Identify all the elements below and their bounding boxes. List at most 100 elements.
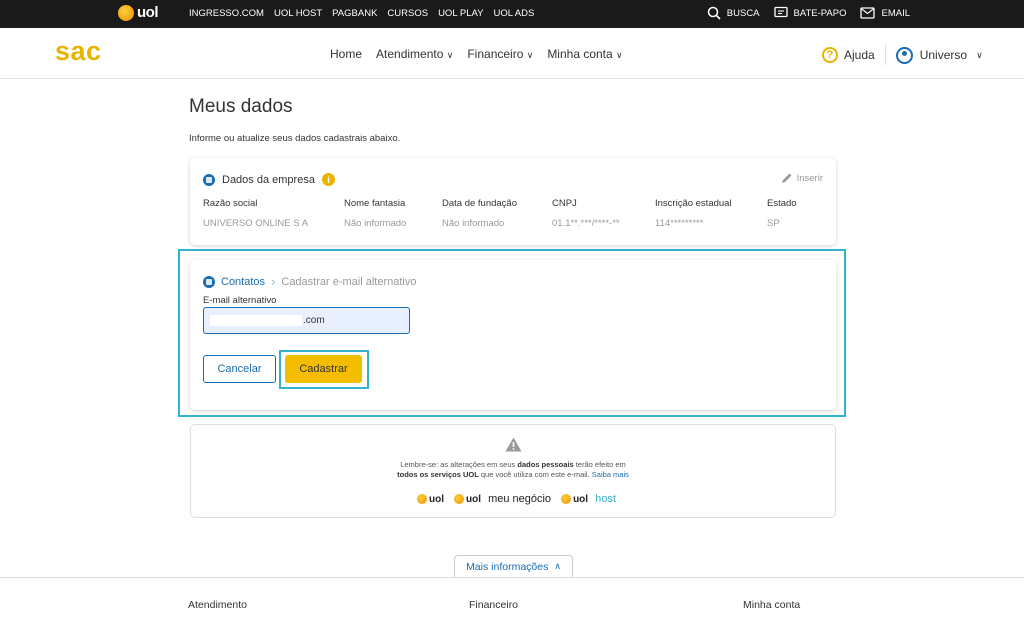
folder-icon [203,173,215,186]
sac-logo[interactable]: sac [55,36,102,67]
uol-ball-icon [454,494,464,504]
portal-links: INGRESSO.COM UOL HOST PAGBANK CURSOS UOL… [189,8,534,19]
field-label: Data de fundação [442,198,518,209]
field-value: Não informado [442,218,505,229]
bate-papo-label: BATE-PAPO [793,7,847,19]
nav-atendimento[interactable]: Atendimento ∨ [376,47,453,61]
busca-button[interactable]: BUSCA [707,6,760,20]
chevron-right-icon: › [271,274,276,289]
ajuda-link[interactable]: Ajuda [844,48,875,62]
main-nav: sac Home Atendimento ∨ Financeiro ∨ Minh… [0,28,1024,79]
nav-atendimento-label: Atendimento [376,47,444,61]
brand-host: uol host [561,493,616,505]
inserir-label: Inserir [796,172,823,184]
field-data-fundacao: Data de fundação Não informado [442,198,517,229]
chevron-down-icon: ∨ [446,50,454,60]
warning-icon [505,437,522,452]
uol-logo[interactable]: uol [118,4,159,21]
field-razao-social: Razão social UNIVERSO ONLINE S A [203,198,308,229]
top-bar: uol INGRESSO.COM UOL HOST PAGBANK CURSOS… [0,0,1024,28]
notice-part: terão efeito em [573,460,626,469]
field-nome-fantasia: Nome fantasia Não informado [344,198,406,229]
brand-logos: uol uol meu negócio uol host [417,493,616,505]
cadastrar-button[interactable]: Cadastrar [285,355,362,383]
uol-ball-icon [417,494,427,504]
redacted-text [210,315,302,326]
page-title: Meus dados [189,96,293,117]
field-label: Inscrição estadual [655,198,732,209]
chat-icon [773,6,788,18]
link-uol-play[interactable]: UOL PLAY [438,8,483,19]
nav-financeiro-label: Financeiro [467,47,524,61]
field-label: Nome fantasia [344,198,406,209]
info-icon[interactable]: i [321,173,335,186]
email-label: EMAIL [881,7,910,19]
breadcrumb-contatos[interactable]: Contatos [221,276,265,288]
help-icon: ? [822,47,838,63]
empresa-header: Dados da empresa i [203,173,335,186]
chevron-down-icon[interactable]: ∨ [976,50,983,61]
busca-label: BUSCA [726,7,760,19]
link-uol-ads[interactable]: UOL ADS [493,8,534,19]
nav-minha-conta[interactable]: Minha conta ∨ [547,47,622,61]
field-label: CNPJ [552,198,577,209]
link-pagbank[interactable]: PAGBANK [332,8,377,19]
page-subtitle: Informe ou atualize seus dados cadastrai… [189,133,401,144]
nav-minha-conta-label: Minha conta [547,47,613,61]
footer-minha-conta[interactable]: Minha conta [743,599,800,611]
chevron-down-icon: ∨ [616,50,623,60]
breadcrumb-current: Cadastrar e-mail alternativo [281,275,417,288]
empresa-title: Dados da empresa [222,173,315,186]
field-label: Estado [767,198,797,209]
brand-meu-negocio: uol meu negócio [454,493,551,505]
user-icon [895,46,913,64]
brand-text: host [595,493,616,505]
email-button[interactable]: EMAIL [860,7,910,19]
chevron-up-icon: ∧ [554,561,561,571]
footer-atendimento[interactable]: Atendimento [188,599,247,611]
notice-bold: todos os serviços UOL [397,470,479,479]
nav-links: Home Atendimento ∨ Financeiro ∨ Minha co… [330,47,637,61]
brand-uol: uol [417,494,444,505]
chevron-down-icon: ∨ [526,50,534,60]
field-value: Não informado [344,218,407,229]
contatos-card: Contatos › Cadastrar e-mail alternativo … [190,260,836,410]
user-menu[interactable]: Universo [920,48,967,62]
nav-right: ? Ajuda Universo ∨ [822,45,983,65]
mail-icon [860,7,876,19]
uol-ball-icon [118,4,134,21]
empresa-card: Dados da empresa i Inserir Razão social U… [190,158,836,245]
nav-home[interactable]: Home [330,47,362,61]
field-value: SP [767,218,780,229]
footer-financeiro[interactable]: Financeiro [469,599,518,611]
link-ingresso[interactable]: INGRESSO.COM [189,8,264,19]
saiba-mais-link[interactable]: Saiba mais [592,470,629,479]
mais-informacoes-button[interactable]: Mais informações ∧ [454,555,573,577]
uol-logo-text: uol [137,4,159,21]
inserir-button[interactable]: Inserir [781,172,823,184]
field-value: 114********* [655,218,704,229]
notice-text: Lembre-se: as alterações em seus dados p… [191,460,835,480]
link-cursos[interactable]: CURSOS [387,8,428,19]
bate-papo-button[interactable]: BATE-PAPO [773,6,847,20]
field-value: UNIVERSO ONLINE S A [203,218,309,229]
mais-informacoes-label: Mais informações [466,560,549,573]
cancel-button[interactable]: Cancelar [203,355,276,383]
notice-part: Lembre-se: as alterações em seus [400,460,518,469]
field-value: 01.1**.***/****-** [552,218,620,229]
footer-divider [0,577,1024,578]
email-alt-label: E-mail alternativo [203,295,277,306]
email-alt-input[interactable]: .com [203,307,410,334]
field-inscricao-estadual: Inscrição estadual 114********* [655,198,732,229]
nav-financeiro[interactable]: Financeiro ∨ [467,47,533,61]
field-cnpj: CNPJ 01.1**.***/****-** [552,198,620,229]
link-uol-host[interactable]: UOL HOST [274,8,322,19]
search-icon [707,6,721,20]
top-actions: BUSCA BATE-PAPO EMAIL [707,6,910,20]
uol-ball-icon [561,494,572,504]
brand-text: uol [466,493,481,505]
phone-icon [203,275,215,288]
field-estado: Estado SP [767,198,797,229]
notice-bold: dados pessoais [517,460,574,469]
brand-text: uol [429,493,444,505]
